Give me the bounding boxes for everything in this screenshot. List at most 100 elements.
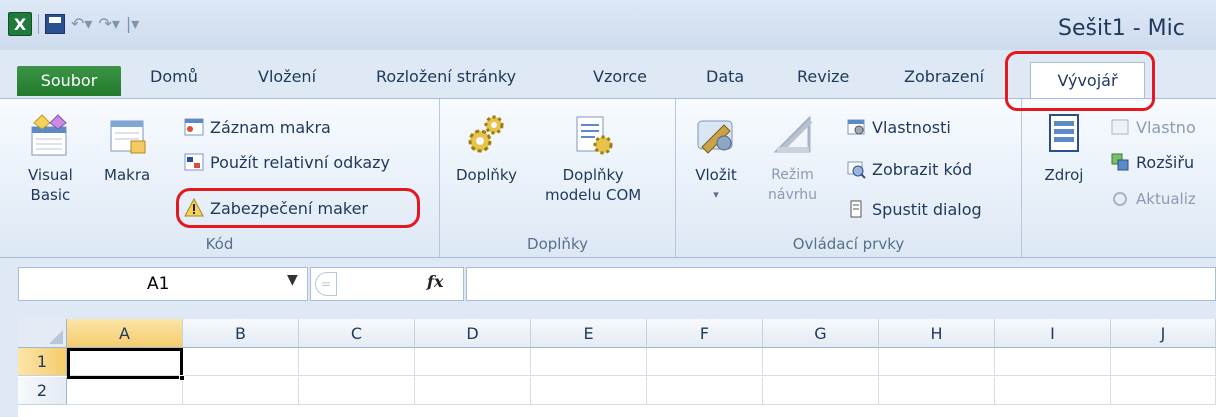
com-addins-button[interactable]: Doplňky modelu COM — [545, 113, 641, 205]
macros-button[interactable]: Makra — [104, 113, 150, 185]
expansion-packs-button[interactable]: Rozšiřu — [1110, 148, 1194, 176]
name-box[interactable]: A1 ▼ — [18, 267, 308, 301]
group-code: Visual Basic Makra Záznam makra Použít r… — [0, 99, 440, 257]
quick-access-toolbar: X ↶▾ ↷▾ |▾ — [8, 12, 139, 36]
cell[interactable] — [995, 348, 1111, 376]
cell[interactable] — [415, 377, 531, 405]
record-macro-icon — [184, 118, 204, 136]
map-properties-icon — [1111, 119, 1129, 135]
visual-basic-button[interactable]: Visual Basic — [28, 113, 73, 205]
addins-button[interactable]: Doplňky — [456, 113, 517, 185]
refresh-data-button[interactable]: Aktualiz — [1110, 185, 1196, 213]
tab-data[interactable]: Data — [706, 62, 744, 92]
map-properties-button[interactable]: Vlastno — [1110, 113, 1196, 141]
save-icon[interactable] — [45, 14, 65, 34]
tab-insert[interactable]: Vložení — [258, 62, 316, 92]
column-header[interactable]: A — [67, 319, 183, 348]
formula-bar: A1 ▼ = fx — [0, 262, 1216, 306]
addins-icon — [468, 115, 504, 153]
column-header[interactable]: B — [183, 319, 299, 348]
insert-function-button[interactable]: fx — [427, 272, 443, 291]
name-box-value: A1 — [147, 274, 170, 294]
excel-app-icon[interactable]: X — [8, 12, 32, 36]
column-header[interactable]: H — [879, 319, 995, 348]
cell[interactable] — [299, 377, 415, 405]
cell[interactable] — [531, 348, 647, 376]
macros-label: Makra — [104, 166, 151, 184]
ribbon-panel: Visual Basic Makra Záznam makra Použít r… — [0, 98, 1216, 258]
cell[interactable] — [647, 348, 763, 376]
design-mode-label-1: Režim — [771, 167, 814, 183]
source-icon — [1049, 114, 1079, 152]
relative-references-button[interactable]: Použít relativní odkazy — [184, 148, 390, 176]
view-code-label: Zobrazit kód — [872, 159, 973, 179]
design-mode-button[interactable]: Režim návrhu — [768, 113, 817, 205]
select-all-corner[interactable] — [18, 319, 67, 348]
cell[interactable] — [1111, 348, 1216, 376]
cell[interactable] — [647, 377, 763, 405]
cell[interactable] — [299, 348, 415, 376]
tab-file[interactable]: Soubor — [17, 66, 121, 96]
record-macro-button[interactable]: Záznam makra — [184, 113, 331, 141]
visual-basic-icon — [31, 114, 68, 156]
properties-button[interactable]: Vlastnosti — [846, 113, 951, 141]
cell[interactable] — [183, 348, 299, 376]
cell[interactable] — [879, 348, 995, 376]
expansion-packs-icon — [1111, 153, 1129, 171]
redo-icon[interactable]: ↷▾ — [98, 14, 119, 34]
cell[interactable] — [763, 348, 879, 376]
cell[interactable] — [183, 377, 299, 405]
column-header[interactable]: J — [1111, 319, 1216, 348]
column-header[interactable]: I — [995, 319, 1111, 348]
properties-label: Vlastnosti — [872, 117, 951, 137]
selected-cell-a1[interactable] — [67, 348, 185, 381]
run-dialog-icon — [850, 200, 862, 218]
group-controls-label: Ovládací prvky — [792, 235, 905, 253]
insert-control-button[interactable]: Vložit ▾ — [694, 113, 738, 205]
row-header[interactable]: 2 — [18, 377, 67, 405]
run-dialog-label: Spustit dialog — [872, 199, 982, 219]
column-header[interactable]: E — [531, 319, 647, 348]
cell[interactable] — [67, 377, 183, 405]
source-button[interactable]: Zdroj — [1042, 113, 1086, 185]
group-xml: Zdroj Vlastno Rozšiřu Aktualiz — [1022, 99, 1216, 257]
column-header[interactable]: G — [763, 319, 879, 348]
formula-input[interactable] — [466, 267, 1216, 301]
visual-basic-label-1: Visual — [28, 166, 73, 184]
tab-home[interactable]: Domů — [150, 62, 198, 92]
properties-icon — [847, 119, 865, 135]
window-title: Sešit1 - Mic — [1058, 16, 1185, 41]
tab-page-layout[interactable]: Rozložení stránky — [376, 62, 516, 92]
tab-formulas[interactable]: Vzorce — [593, 62, 647, 92]
cell[interactable] — [879, 377, 995, 405]
relative-references-icon — [184, 153, 204, 171]
row-header[interactable]: 1 — [18, 348, 67, 376]
record-macro-label: Záznam makra — [210, 117, 331, 137]
insert-control-icon — [697, 120, 733, 154]
column-header[interactable]: D — [415, 319, 531, 348]
view-code-button[interactable]: Zobrazit kód — [846, 155, 972, 183]
tab-view[interactable]: Zobrazení — [904, 62, 984, 92]
insert-control-label: Vložit — [695, 166, 737, 184]
customize-qat-icon[interactable]: |▾ — [126, 14, 139, 34]
group-addins-label: Doplňky — [527, 235, 588, 253]
map-properties-label: Vlastno — [1136, 117, 1196, 137]
column-header[interactable]: C — [299, 319, 415, 348]
column-header[interactable]: F — [647, 319, 763, 348]
spreadsheet-grid: A B C D E F G H I J 1 2 — [18, 319, 1216, 417]
run-dialog-button[interactable]: Spustit dialog — [846, 195, 982, 223]
undo-icon[interactable]: ↶▾ — [71, 14, 92, 34]
cell[interactable] — [763, 377, 879, 405]
formula-buttons: = fx — [310, 267, 464, 301]
insert-control-arrow: ▾ — [713, 188, 719, 201]
chevron-down-icon[interactable]: ▼ — [287, 272, 298, 288]
tab-review[interactable]: Revize — [797, 62, 849, 92]
cell[interactable] — [415, 348, 531, 376]
expansion-packs-label: Rozšiřu — [1136, 152, 1195, 172]
cell[interactable] — [995, 377, 1111, 405]
cell[interactable] — [1111, 377, 1216, 405]
group-controls: Vložit ▾ Režim návrhu Vlastnosti Zobrazi… — [676, 99, 1022, 257]
cell[interactable] — [531, 377, 647, 405]
fill-handle[interactable] — [179, 375, 185, 381]
expand-icon[interactable]: = — [315, 272, 337, 296]
